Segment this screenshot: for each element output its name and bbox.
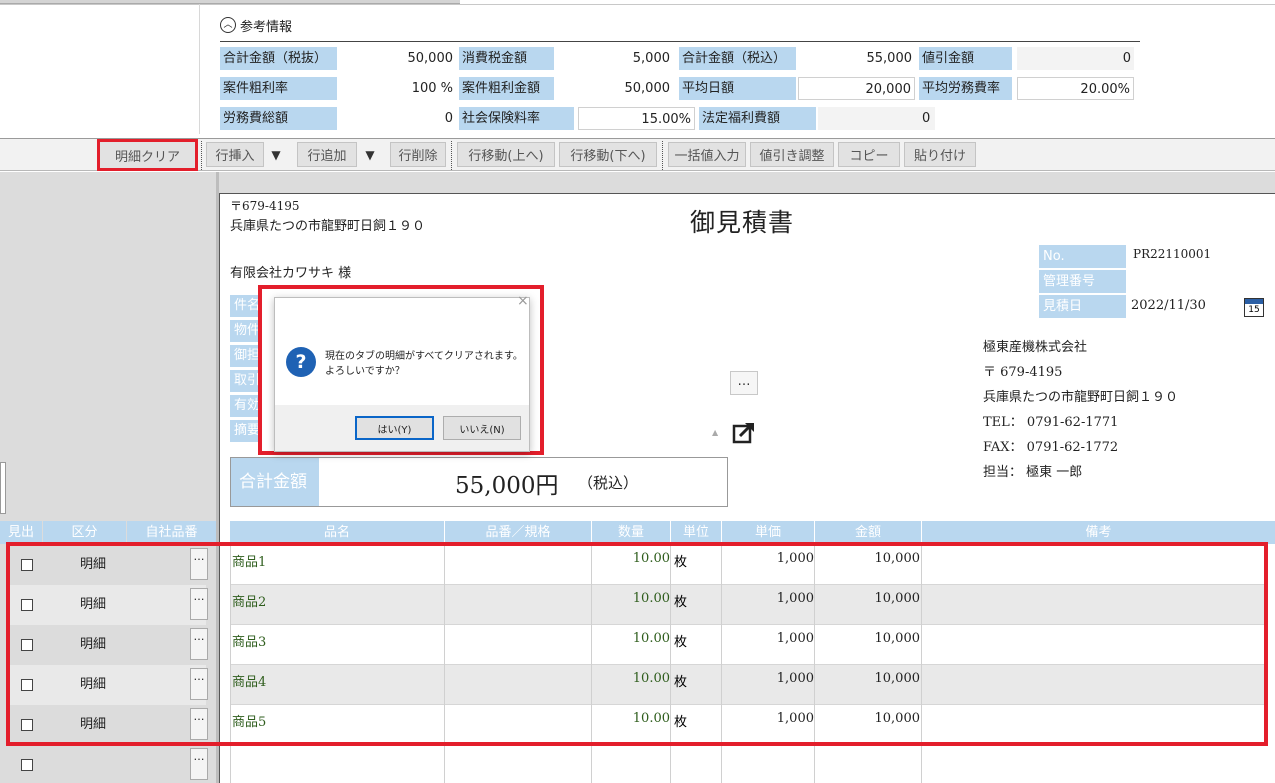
customer-name[interactable]: 有限会社カワサキ 様 (230, 262, 351, 281)
field-label-contact: 御担 (230, 345, 260, 367)
ref-value: 50,000 (339, 47, 456, 70)
field-label-property: 物件 (230, 320, 260, 342)
ref-value: 100 % (339, 77, 456, 100)
company-person: 担当： 極東 一郎 (983, 465, 1083, 480)
company-address: 兵庫県たつの市龍野町日飼１９０ (983, 390, 1179, 405)
ref-value: 0 (1017, 47, 1134, 70)
delete-row-button[interactable]: 行削除 (390, 142, 446, 167)
ref-value: 0 (818, 107, 935, 130)
toolbar-separator (201, 141, 202, 170)
social-insurance-rate-input[interactable]: 15.00% (578, 107, 695, 130)
field-label-remarks: 摘要 (230, 420, 260, 442)
average-labor-rate-input[interactable]: 20.00% (1017, 77, 1134, 100)
document-title: 御見積書 (690, 208, 795, 237)
export-icon[interactable] (730, 418, 760, 446)
ref-label: 値引金額 (919, 47, 1012, 70)
quote-no-value: PR22110001 (1133, 247, 1212, 261)
reference-info-header[interactable]: ︿ 参考情報 (220, 16, 293, 35)
field-label-terms: 取引 (230, 370, 260, 392)
move-row-up-button[interactable]: 行移動(上へ) (457, 142, 555, 167)
add-row-dropdown-icon[interactable]: ▼ (360, 142, 380, 167)
ref-value: 0 (339, 107, 456, 130)
items-header-unit: 単位 (671, 521, 721, 544)
add-row-button[interactable]: 行追加 (297, 142, 357, 167)
bulk-input-button[interactable]: 一括値入力 (668, 142, 746, 167)
dialog-message: 現在のタブの明細がすべてクリアされます。 (325, 351, 523, 362)
items-header-unit-price: 単価 (722, 521, 814, 544)
items-header-spec: 品番／規格 (445, 521, 591, 544)
items-header-quantity: 数量 (592, 521, 670, 544)
items-header-name: 品名 (230, 521, 444, 544)
ref-label: 法定福利費額 (699, 107, 816, 130)
paste-button[interactable]: 貼り付け (904, 142, 976, 167)
total-amount-label: 合計金額 (231, 458, 319, 506)
ref-label: 合計金額（税抜） (220, 47, 337, 70)
insert-row-button[interactable]: 行挿入 (206, 142, 264, 167)
toolbar-separator (662, 141, 663, 170)
ref-label: 案件粗利金額 (459, 77, 554, 100)
ref-label: 案件粗利率 (220, 77, 337, 100)
average-daily-amount-input[interactable]: 20,000 (798, 77, 915, 100)
field-label-subject: 件名 (230, 295, 260, 317)
ref-label: 平均労務費率 (919, 77, 1012, 100)
heading-checkbox[interactable] (21, 759, 33, 771)
items-header-amount: 金額 (815, 521, 921, 544)
quote-no-label: No. (1039, 245, 1126, 268)
ref-value: 50,000 (556, 77, 673, 100)
ref-value: 5,000 (556, 47, 673, 70)
company-postal-code: 〒 679-4195 (983, 365, 1063, 380)
no-button[interactable]: いいえ(N) (443, 416, 521, 440)
field-label-validity: 有効 (230, 395, 260, 417)
yes-button[interactable]: はい(Y) (355, 416, 434, 440)
ref-label: 社会保険料率 (459, 107, 574, 130)
pane-divider (199, 4, 200, 134)
company-name: 極東産機株式会社 (983, 340, 1088, 355)
left-header-heading: 見出 (0, 521, 42, 544)
company-tel: TEL： 0791-62-1771 (983, 415, 1119, 430)
left-header-category: 区分 (43, 521, 126, 544)
items-header-remarks: 備考 (922, 521, 1275, 544)
company-fax: FAX： 0791-62-1772 (983, 440, 1119, 455)
ref-value: 55,000 (798, 47, 915, 70)
ref-label: 労務費総額 (220, 107, 337, 130)
insert-row-dropdown-icon[interactable]: ▼ (266, 142, 286, 167)
tab-strip-divider (0, 4, 1275, 5)
ref-label: 平均日額 (679, 77, 796, 100)
left-header-product-code: 自社品番 (127, 521, 216, 544)
sender-postal-code: 〒679-4195 (230, 199, 300, 213)
ellipsis-button[interactable]: … (190, 748, 208, 780)
left-panel-scroll-stub (0, 462, 6, 514)
management-no-label: 管理番号 (1039, 270, 1126, 293)
calendar-icon[interactable]: 15 (1244, 298, 1264, 317)
sender-address: 兵庫県たつの市龍野町日飼１９０ (230, 219, 426, 234)
reference-info-title: 参考情報 (240, 19, 293, 35)
clear-details-button[interactable]: 明細クリア (97, 139, 198, 171)
quote-date-label: 見積日 (1039, 295, 1126, 318)
total-amount-tax-note: （税込） (578, 474, 639, 492)
move-row-down-button[interactable]: 行移動(下へ) (559, 142, 657, 167)
ellipsis-button[interactable]: … (730, 371, 758, 395)
close-icon[interactable]: × (517, 293, 529, 309)
ref-label: 合計金額（税込） (679, 47, 796, 70)
question-icon: ? (286, 347, 316, 377)
cleared-rows-highlight (6, 542, 1268, 746)
chevron-up-circle-icon[interactable]: ︿ (220, 17, 236, 33)
discount-adjust-button[interactable]: 値引き調整 (750, 142, 834, 167)
quote-date-value[interactable]: 2022/11/30 (1131, 298, 1206, 313)
copy-button[interactable]: コピー (838, 142, 900, 167)
dialog-message: よろしいですか？ (325, 366, 405, 377)
total-amount-value: 55,000円 (455, 473, 559, 499)
reference-divider (220, 41, 1140, 42)
collapse-arrow-icon[interactable]: ▲ (712, 428, 718, 437)
toolbar-separator (451, 141, 452, 170)
left-table-row-empty[interactable]: … (10, 745, 208, 783)
ref-label: 消費税金額 (459, 47, 554, 70)
